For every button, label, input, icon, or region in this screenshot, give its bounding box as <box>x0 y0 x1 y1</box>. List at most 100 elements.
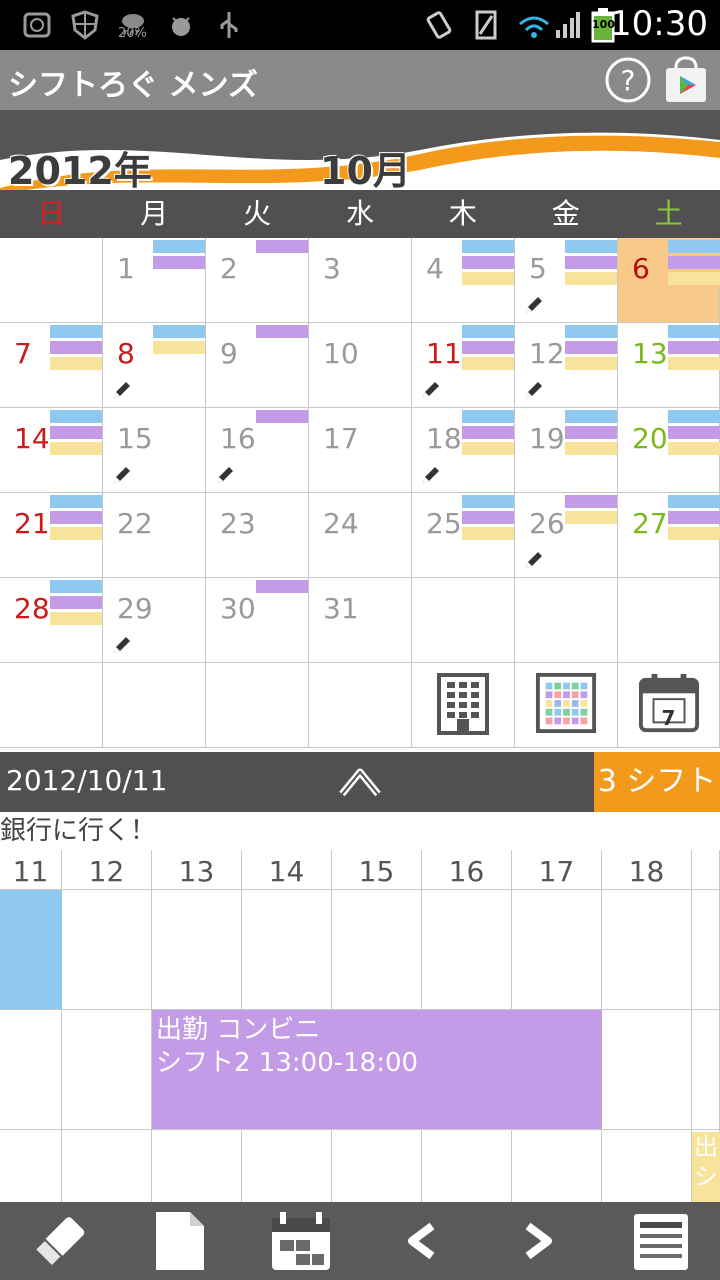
day-number: 16 <box>220 422 256 455</box>
timeline-slot[interactable] <box>602 890 692 1010</box>
calendar-day-cell[interactable]: 3 <box>309 238 412 323</box>
calendar-day-cell[interactable]: 20 <box>618 408 720 493</box>
day-number: 29 <box>117 592 153 625</box>
list-icon[interactable] <box>626 1208 696 1274</box>
timeline-slot[interactable] <box>0 1010 62 1130</box>
shift-bar <box>668 410 720 423</box>
calendar-day-cell[interactable]: 27 <box>618 493 720 578</box>
timeline-slot[interactable] <box>152 1130 242 1202</box>
timeline-slot[interactable] <box>692 890 720 1010</box>
calendar-day-cell[interactable]: 5 <box>515 238 618 323</box>
calendar-day-cell[interactable]: 28 <box>0 578 103 663</box>
calendar-day-cell[interactable]: 6 <box>618 238 720 323</box>
calendar-day-cell[interactable] <box>412 578 515 663</box>
vibrate-icon <box>426 11 452 39</box>
shift-event-time: シフト2 13:00-18:00 <box>156 1048 419 1078</box>
day-number: 8 <box>117 337 135 370</box>
calendar-grid: 1 2 3 4 5 6 7 8 9 10 11 12 13 14 15 16 17 18 19 20 21 22 23 24 2… <box>0 238 720 748</box>
weekday-mon: 月 <box>140 197 169 230</box>
shift-bar <box>565 325 617 338</box>
pencil-icon <box>214 464 236 486</box>
pencil-icon <box>523 379 545 401</box>
calendar-day-cell[interactable]: 19 <box>515 408 618 493</box>
shift-bar <box>256 580 308 593</box>
timeline-slot[interactable] <box>0 1130 62 1202</box>
calendar-day-cell[interactable]: 2 <box>206 238 309 323</box>
timeline-slot[interactable] <box>242 890 332 1010</box>
calendar-day-cell[interactable]: 26 <box>515 493 618 578</box>
timeline-slot[interactable] <box>62 890 152 1010</box>
timeline-slot[interactable] <box>152 890 242 1010</box>
calendar-day-cell[interactable]: 29 <box>103 578 206 663</box>
eraser-icon[interactable] <box>24 1208 94 1274</box>
calendar-day-cell[interactable]: 10 <box>309 323 412 408</box>
calendar-day-cell[interactable]: 1 <box>103 238 206 323</box>
calendar-day-cell[interactable]: 7 <box>0 323 103 408</box>
shift-count-badge[interactable]: 3 シフト <box>594 752 720 812</box>
month-banner: 2012年 10月 <box>0 110 720 190</box>
timeline-slot[interactable] <box>332 1130 422 1202</box>
calendar-day-cell[interactable]: 21 <box>0 493 103 578</box>
calendar-day-cell[interactable]: 11 <box>412 323 515 408</box>
timeline-slot[interactable] <box>62 1130 152 1202</box>
day-number: 11 <box>426 337 462 370</box>
timeline-slot[interactable] <box>512 890 602 1010</box>
pencil-icon <box>523 294 545 316</box>
calendar-day-cell[interactable]: 30 <box>206 578 309 663</box>
shift-bar <box>462 527 514 540</box>
calendar-day-cell[interactable]: 8 <box>103 323 206 408</box>
calendar-day-cell[interactable] <box>618 578 720 663</box>
calendar-day-cell[interactable]: 4 <box>412 238 515 323</box>
timeline-slot[interactable] <box>422 890 512 1010</box>
calendar-day-cell[interactable]: 23 <box>206 493 309 578</box>
shift-bar <box>565 410 617 423</box>
document-icon[interactable] <box>144 1208 214 1274</box>
calendar-day-cell[interactable]: 15 <box>103 408 206 493</box>
calendar-day-cell[interactable]: 24 <box>309 493 412 578</box>
banner-year: 2012年 <box>8 149 152 190</box>
prev-icon[interactable] <box>386 1208 456 1274</box>
usb-icon <box>220 12 238 38</box>
timeline-slot[interactable] <box>332 890 422 1010</box>
calendar-grid-icon[interactable] <box>266 1208 336 1274</box>
calendar-7-button[interactable]: 7 <box>618 663 720 748</box>
timeline-slot[interactable] <box>512 1130 602 1202</box>
building-icon <box>433 671 493 739</box>
shift-block-blue[interactable] <box>0 890 62 1009</box>
day-number: 25 <box>426 507 462 540</box>
timeline-slot[interactable] <box>62 1010 152 1130</box>
calendar-day-cell[interactable] <box>0 238 103 323</box>
calendar-day-cell[interactable]: 13 <box>618 323 720 408</box>
pencil-icon <box>111 379 133 401</box>
timeline-slot[interactable] <box>692 1010 720 1130</box>
day-number: 3 <box>323 252 341 285</box>
timeline-slot[interactable] <box>602 1130 692 1202</box>
timeline-slot[interactable] <box>602 1010 692 1130</box>
date-bar: 2012/10/11 3 シフト <box>0 752 720 812</box>
calendar-day-cell[interactable] <box>515 578 618 663</box>
timeline-slot[interactable] <box>422 1130 512 1202</box>
shift-event-partial[interactable]: 出シ <box>692 1132 720 1202</box>
calendar-day-cell[interactable]: 18 <box>412 408 515 493</box>
color-grid-button[interactable] <box>515 663 618 748</box>
shift-bar <box>565 426 617 439</box>
calendar-day-cell[interactable]: 25 <box>412 493 515 578</box>
weekday-wed: 水 <box>346 197 375 230</box>
building-button[interactable] <box>412 663 515 748</box>
day-number: 20 <box>632 422 668 455</box>
help-icon[interactable]: ? <box>604 56 652 104</box>
calendar-day-cell[interactable]: 31 <box>309 578 412 663</box>
calendar-day-cell[interactable]: 17 <box>309 408 412 493</box>
next-icon[interactable] <box>504 1208 574 1274</box>
shift-event[interactable]: 出勤 コンビニ シフト2 13:00-18:00 <box>152 1010 602 1129</box>
calendar-day-cell[interactable]: 22 <box>103 493 206 578</box>
play-store-icon[interactable] <box>662 54 710 106</box>
calendar-day-cell[interactable]: 12 <box>515 323 618 408</box>
calendar-day-cell[interactable]: 9 <box>206 323 309 408</box>
pencil-icon <box>111 634 133 656</box>
collapse-chevron-icon[interactable] <box>336 764 384 800</box>
timeline-slot[interactable] <box>242 1130 332 1202</box>
no-sim-icon <box>475 10 497 40</box>
calendar-day-cell[interactable]: 14 <box>0 408 103 493</box>
calendar-day-cell[interactable]: 16 <box>206 408 309 493</box>
